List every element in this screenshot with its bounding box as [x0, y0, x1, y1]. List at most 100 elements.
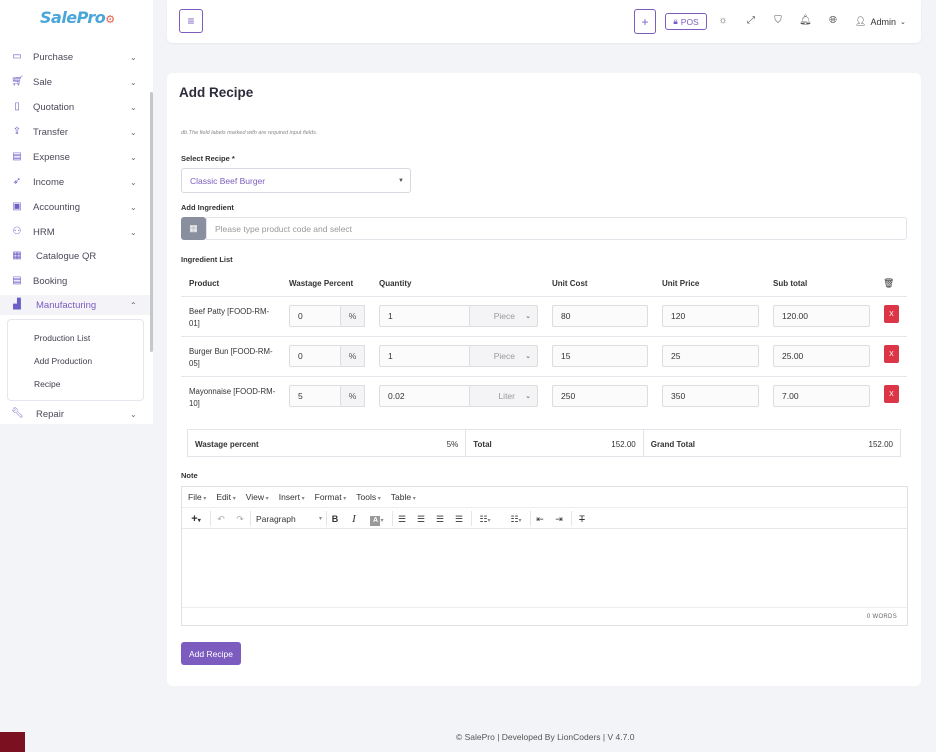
- remove-row-button[interactable]: X: [884, 345, 899, 363]
- grand-total-cell: Grand Total 152.00: [650, 440, 893, 449]
- sidebar-item-accounting[interactable]: ▣ Accounting ⌄: [0, 197, 150, 217]
- user-icon: 👤︎: [855, 16, 867, 26]
- pos-button[interactable]: 🔒︎ POS: [665, 13, 707, 30]
- undo-icon[interactable]: ↶: [214, 512, 228, 526]
- divider: [181, 336, 907, 337]
- insert-plus-icon[interactable]: +▾: [187, 512, 205, 526]
- separator: [250, 511, 251, 526]
- chevron-down-icon: ⌄: [525, 313, 531, 320]
- wrench-icon: 🔧︎: [11, 408, 24, 419]
- note-editor[interactable]: File Edit View Insert Format Tools Table…: [181, 486, 908, 626]
- align-center-icon[interactable]: ☰: [414, 512, 428, 526]
- unit-price-input[interactable]: 120: [662, 305, 759, 327]
- sidebar-item-purchase[interactable]: ▭ Purchase ⌄: [0, 47, 150, 67]
- unit-price-input[interactable]: 350: [662, 385, 759, 407]
- share-icon: ⇪: [12, 126, 22, 137]
- column-header: Unit Cost: [552, 279, 588, 288]
- menu-toggle-button[interactable]: ≡: [179, 9, 203, 33]
- quantity-input[interactable]: 0.02: [379, 385, 470, 407]
- wastage-input[interactable]: 0: [289, 305, 341, 327]
- outdent-icon[interactable]: ⇤: [533, 512, 547, 526]
- corner-badge: [0, 732, 25, 752]
- align-left-icon[interactable]: ☰: [395, 512, 409, 526]
- quantity-input[interactable]: 1: [379, 305, 470, 327]
- globe-icon[interactable]: 🌐︎: [827, 15, 839, 27]
- logo[interactable]: SalePro⚙: [40, 8, 115, 27]
- brightness-icon[interactable]: ☼: [717, 15, 729, 27]
- column-header: Unit Price: [662, 279, 700, 288]
- chevron-up-icon: ⌃: [130, 300, 137, 310]
- wastage-input[interactable]: 5: [289, 385, 341, 407]
- product-search-input[interactable]: Please type product code and select: [206, 217, 907, 240]
- unit-cost-input[interactable]: 80: [552, 305, 648, 327]
- word-count: 0 WORDS: [866, 614, 897, 620]
- menu-insert[interactable]: Insert: [279, 492, 305, 502]
- unit-select[interactable]: Piece ⌄: [470, 345, 538, 367]
- chevron-down-icon: ⌄: [130, 152, 137, 162]
- sidebar-item-booking[interactable]: ▤ Booking: [0, 271, 150, 291]
- sidebar-item-income[interactable]: ➶ Income ⌄: [0, 172, 150, 192]
- sidebar-scrollbar[interactable]: [150, 92, 153, 352]
- select-recipe-dropdown[interactable]: Classic Beef Burger ▼: [181, 168, 411, 193]
- add-recipe-submit-button[interactable]: Add Recipe: [181, 642, 241, 665]
- add-ingredient-label: Add Ingredient: [181, 203, 234, 212]
- indent-icon[interactable]: ⇥: [552, 512, 566, 526]
- trash-icon[interactable]: 🗑︎: [883, 278, 894, 289]
- wastage-input[interactable]: 0: [289, 345, 341, 367]
- unit-cost-input[interactable]: 250: [552, 385, 648, 407]
- redo-icon[interactable]: ↷: [233, 512, 247, 526]
- sidebar-item-transfer[interactable]: ⇪ Transfer ⌄: [0, 122, 150, 142]
- bullet-list-icon[interactable]: ☷▾: [474, 512, 496, 526]
- caret-down-icon: ▾: [318, 516, 322, 522]
- align-right-icon[interactable]: ☰: [433, 512, 447, 526]
- percent-addon: %: [341, 305, 365, 327]
- numbered-list-icon[interactable]: ☷▾: [505, 512, 527, 526]
- divider: [181, 296, 907, 297]
- bold-icon[interactable]: B: [329, 512, 341, 526]
- chevron-down-icon: ⌄: [130, 177, 137, 187]
- sidebar-item-catalogue-qr[interactable]: ▦ Catalogue QR: [0, 246, 150, 266]
- sidebar-item-repair[interactable]: 🔧︎ Repair ⌄: [0, 404, 150, 424]
- fullscreen-icon[interactable]: ⤢: [745, 15, 757, 27]
- sidebar-item-quotation[interactable]: ▯ Quotation ⌄: [0, 97, 150, 117]
- unit-price-input[interactable]: 25: [662, 345, 759, 367]
- menu-tools[interactable]: Tools: [356, 492, 381, 502]
- sidebar-item-expense[interactable]: ▤ Expense ⌄: [0, 147, 150, 167]
- bell-icon[interactable]: 🔔︎: [799, 15, 812, 27]
- select-recipe-label: Select Recipe *: [181, 154, 235, 163]
- text-color-icon[interactable]: A ▾: [366, 512, 388, 526]
- add-button[interactable]: +: [634, 9, 656, 34]
- unit-select[interactable]: Liter ⌄: [470, 385, 538, 407]
- cog-logo-icon: ⚙: [105, 13, 115, 26]
- sidebar-item-sale[interactable]: 🛒︎ Sale ⌄: [0, 72, 150, 92]
- editor-toolbar: +▾ ↶ ↷ Paragraph ▾ B I A ▾ ☰ ☰ ☰ ☰ ☷▾ ☷▾ ⇤…: [182, 508, 907, 529]
- menu-table[interactable]: Table: [391, 492, 416, 502]
- submenu-recipe[interactable]: Recipe: [34, 379, 60, 389]
- subtotal-field: 120.00: [773, 305, 870, 327]
- clear-format-icon[interactable]: T: [575, 512, 589, 526]
- users-icon: ⚇: [12, 226, 22, 237]
- unit-select[interactable]: Piece ⌄: [470, 305, 538, 327]
- caret-down-icon: ▼: [398, 178, 404, 184]
- basket-icon[interactable]: ⛉: [772, 15, 784, 27]
- quantity-input[interactable]: 1: [379, 345, 470, 367]
- italic-icon[interactable]: I: [348, 512, 360, 526]
- block-format-select[interactable]: Paragraph ▾: [256, 512, 322, 526]
- unit-cost-input[interactable]: 15: [552, 345, 648, 367]
- menu-edit[interactable]: Edit: [216, 492, 235, 502]
- submenu-add-production[interactable]: Add Production: [34, 356, 92, 366]
- sidebar-item-manufacturing[interactable]: ▟ Manufacturing ⌃: [0, 295, 150, 315]
- menu-format[interactable]: Format: [315, 492, 347, 502]
- remove-row-button[interactable]: X: [884, 305, 899, 323]
- column-header: Wastage Percent: [289, 279, 354, 288]
- menu-file[interactable]: File: [188, 492, 206, 502]
- barcode-icon[interactable]: ▦: [181, 217, 206, 240]
- sidebar-item-hrm[interactable]: ⚇ HRM ⌄: [0, 222, 150, 242]
- menu-view[interactable]: View: [246, 492, 269, 502]
- required-hint: db.The field labels marked with are requ…: [181, 130, 318, 136]
- remove-row-button[interactable]: X: [884, 385, 899, 403]
- cart-icon: 🛒︎: [11, 76, 24, 87]
- user-menu[interactable]: 👤︎ Admin ⌄: [855, 16, 906, 27]
- align-justify-icon[interactable]: ☰: [452, 512, 466, 526]
- submenu-production-list[interactable]: Production List: [34, 333, 90, 343]
